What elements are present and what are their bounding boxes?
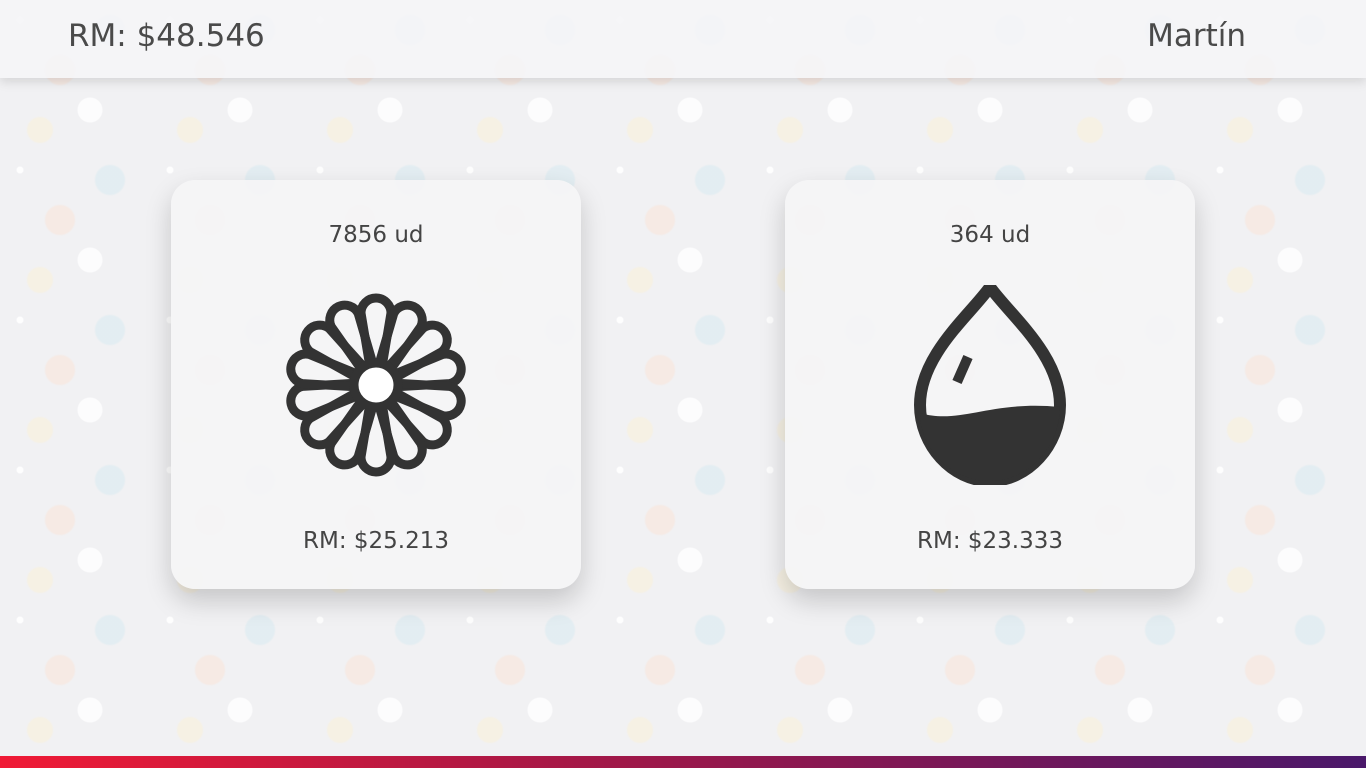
flower-icon: [286, 293, 466, 477]
price-label: RM: $23.333: [917, 528, 1063, 554]
quantity-label: 364 ud: [949, 222, 1031, 248]
bottom-gradient-bar: [0, 756, 1366, 768]
total-balance: RM: $48.546: [68, 18, 265, 54]
flower-resource-card[interactable]: 7856 ud RM: $25.213: [171, 180, 581, 589]
quantity-label: 7856 ud: [328, 222, 424, 248]
top-bar: RM: $48.546 Martín: [0, 0, 1366, 78]
user-name[interactable]: Martín: [1147, 18, 1246, 54]
water-drop-icon: [913, 285, 1067, 485]
price-label: RM: $25.213: [303, 528, 449, 554]
water-resource-card[interactable]: 364 ud RM: $23.333: [785, 180, 1195, 589]
